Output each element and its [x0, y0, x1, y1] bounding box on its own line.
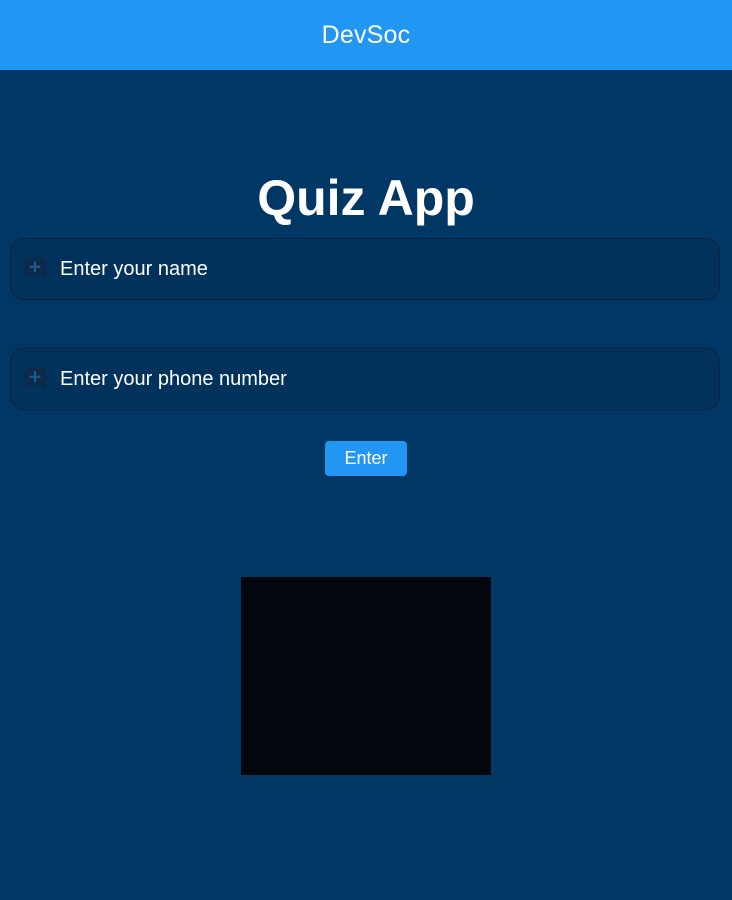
phone-input[interactable] [60, 349, 719, 409]
app-bar: DevSoc [0, 0, 732, 70]
enter-button[interactable]: Enter [325, 441, 407, 476]
add-comment-icon [24, 258, 46, 280]
add-comment-icon [24, 368, 46, 390]
page-title: Quiz App [257, 170, 475, 226]
phone-field[interactable] [10, 348, 720, 410]
app-bar-title: DevSoc [321, 20, 411, 49]
media-placeholder [241, 577, 491, 775]
name-field[interactable] [10, 238, 720, 300]
name-input[interactable] [60, 239, 719, 299]
